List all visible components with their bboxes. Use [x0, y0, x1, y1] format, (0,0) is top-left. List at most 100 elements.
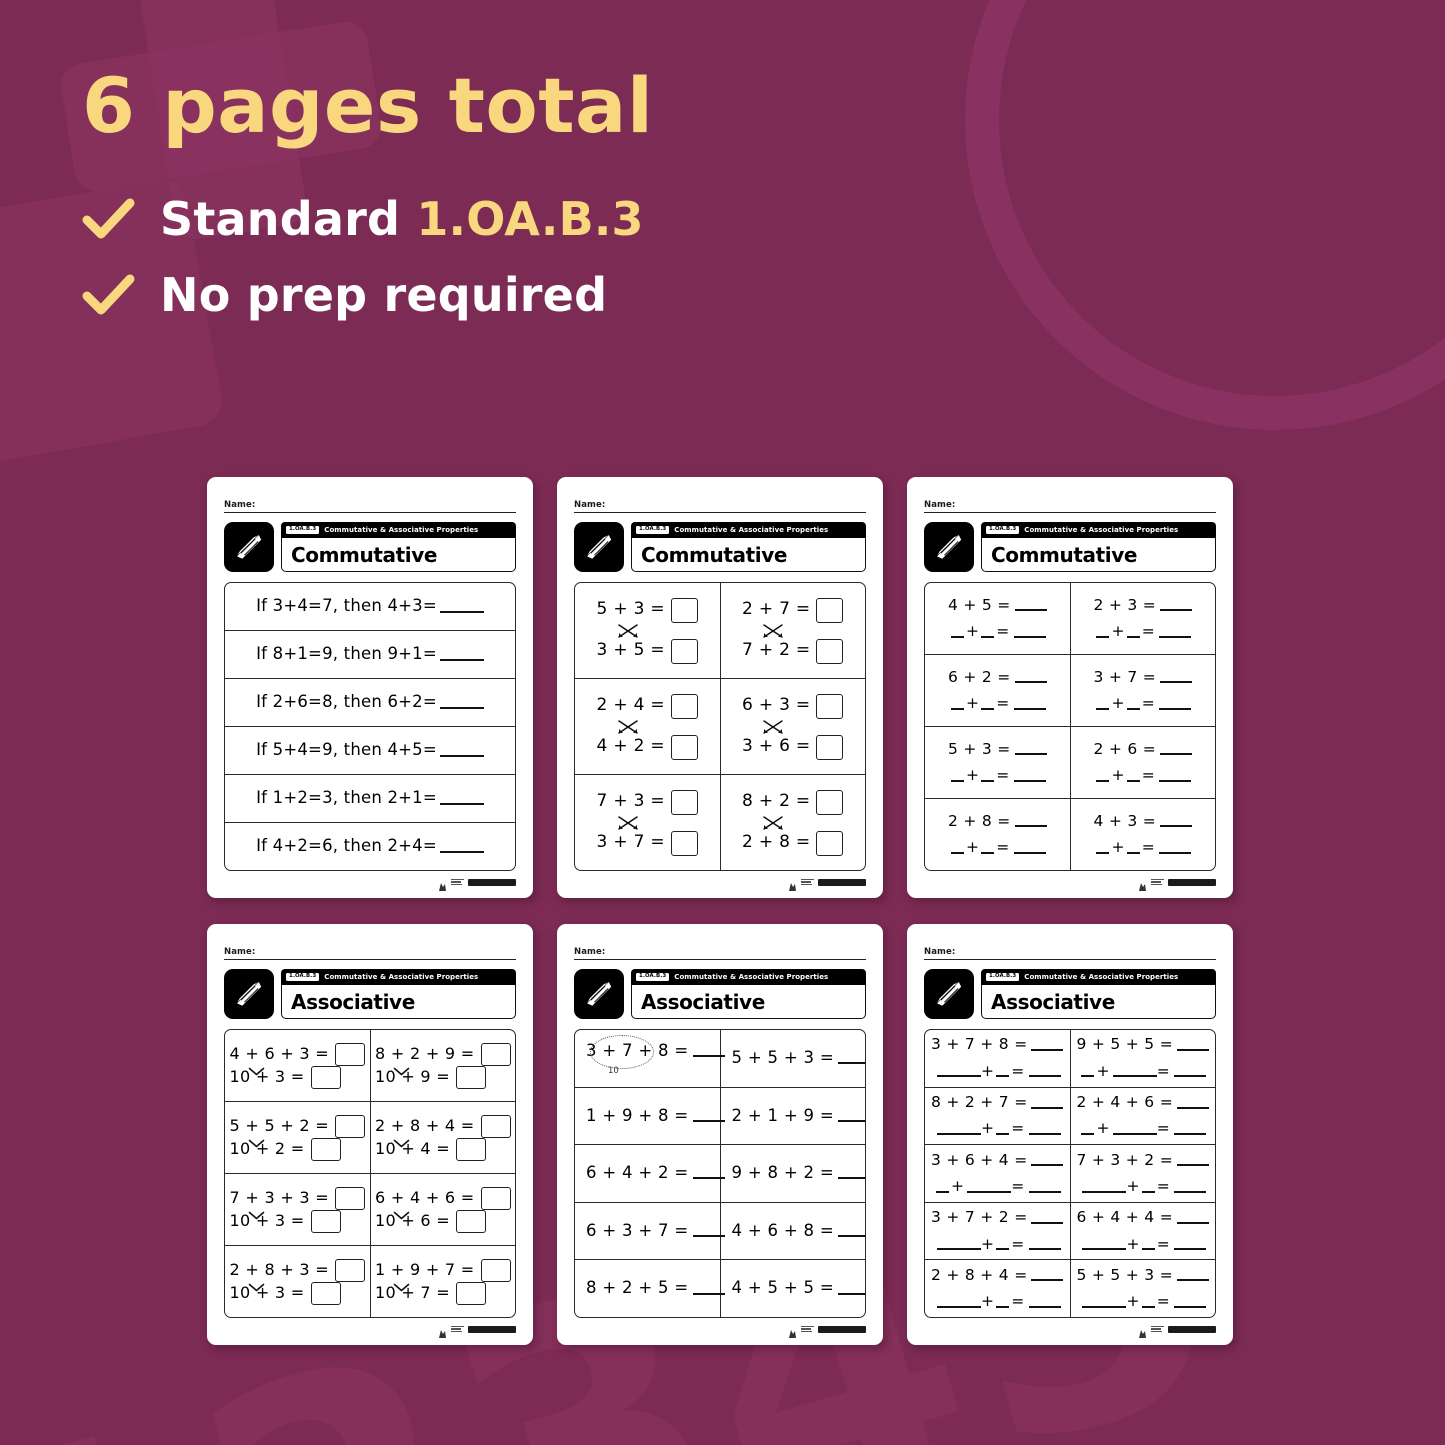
answer-box[interactable]: [816, 693, 844, 719]
name-field[interactable]: Name:: [224, 492, 516, 513]
addend-blank[interactable]: [981, 626, 995, 638]
problem-cell[interactable]: If 2+6=8, then 6+2=: [225, 679, 515, 726]
answer-blank[interactable]: [1031, 1154, 1064, 1167]
problem-cell[interactable]: 6 + 3 + 7 =: [575, 1202, 725, 1260]
answer-box[interactable]: [456, 1281, 487, 1305]
group-blank[interactable]: [1082, 1238, 1127, 1251]
problem-cell[interactable]: 8 + 2 + 7 = + =: [925, 1087, 1071, 1145]
answer-box[interactable]: [456, 1065, 487, 1089]
answer-blank[interactable]: [1160, 671, 1193, 684]
addend-blank[interactable]: [950, 842, 964, 854]
sum-blank[interactable]: [1159, 842, 1192, 854]
problem-cell[interactable]: 2 + 6 = + =: [1071, 727, 1216, 798]
answer-box[interactable]: [335, 1186, 365, 1210]
addend-blank[interactable]: [1126, 842, 1140, 854]
answer-box[interactable]: [310, 1281, 341, 1305]
addend-blank[interactable]: [1126, 698, 1140, 710]
problem-cell[interactable]: If 1+2=3, then 2+1=: [225, 775, 515, 822]
problem-cell[interactable]: 3 + 7 + 8 = + =: [925, 1030, 1071, 1087]
addend-blank[interactable]: [996, 1065, 1010, 1078]
answer-blank[interactable]: [1176, 1269, 1209, 1282]
worksheet-card-1[interactable]: Name: 1.OA.B.3 Commutative & Associative…: [207, 477, 533, 898]
answer-blank[interactable]: [1031, 1212, 1064, 1224]
answer-blank[interactable]: [1160, 815, 1193, 828]
name-field[interactable]: Name:: [924, 492, 1216, 513]
answer-box[interactable]: [670, 693, 698, 719]
problem-cell[interactable]: 2 + 1 + 9 =: [721, 1088, 865, 1145]
answer-blank[interactable]: [838, 1283, 865, 1295]
sum-blank[interactable]: [1174, 1123, 1207, 1136]
sum-blank[interactable]: [1174, 1238, 1207, 1251]
group-blank[interactable]: [967, 1181, 1012, 1193]
answer-blank[interactable]: [1176, 1039, 1209, 1052]
problem-cell[interactable]: 2 + 4 + 6 = + =: [1071, 1088, 1216, 1145]
answer-blank[interactable]: [838, 1167, 865, 1180]
sum-blank[interactable]: [1013, 842, 1046, 854]
addend-blank[interactable]: [1096, 842, 1110, 854]
addend-blank[interactable]: [981, 842, 995, 854]
problem-cell[interactable]: 5 + 3 = + =: [925, 727, 1071, 798]
problem-cell[interactable]: 4 + 3 = + =: [1071, 799, 1216, 870]
problem-cell[interactable]: If 8+1=9, then 9+1=: [225, 631, 515, 678]
problem-cell[interactable]: 5 + 5 + 2 = 10 + 2 =: [225, 1102, 371, 1173]
sum-blank[interactable]: [1028, 1123, 1061, 1136]
sum-blank[interactable]: [1174, 1065, 1207, 1078]
worksheet-card-2[interactable]: Name: 1.OA.B.3 Commutative & Associative…: [557, 477, 883, 898]
problem-cell[interactable]: 7 + 3 + 2 = + =: [1071, 1145, 1216, 1202]
sum-blank[interactable]: [1013, 698, 1046, 710]
group-blank[interactable]: [936, 1123, 981, 1136]
name-field[interactable]: Name:: [574, 939, 866, 960]
problem-cell[interactable]: 4 + 6 + 3 = 10 + 3 =: [225, 1030, 371, 1101]
addend-blank[interactable]: [1096, 770, 1110, 782]
addend-blank[interactable]: [996, 1123, 1010, 1136]
problem-cell[interactable]: 2 + 7 = 7 + 2 =: [721, 583, 866, 678]
problem-cell[interactable]: 8 + 2 = 2 + 8 =: [721, 775, 866, 870]
answer-box[interactable]: [456, 1209, 487, 1233]
answer-blank[interactable]: [439, 745, 484, 757]
answer-blank[interactable]: [439, 601, 484, 613]
problem-cell[interactable]: 1 + 9 + 7 = 10 + 7 =: [371, 1246, 516, 1317]
answer-box[interactable]: [670, 597, 698, 623]
sum-blank[interactable]: [1028, 1238, 1061, 1251]
answer-blank[interactable]: [1014, 743, 1047, 756]
sum-blank[interactable]: [1159, 698, 1192, 710]
sum-blank[interactable]: [1028, 1181, 1061, 1193]
sum-blank[interactable]: [1028, 1065, 1061, 1078]
problem-cell[interactable]: 4 + 6 + 8 =: [721, 1203, 865, 1260]
worksheet-card-3[interactable]: Name: 1.OA.B.3 Commutative & Associative…: [907, 477, 1233, 898]
group-blank[interactable]: [936, 1238, 981, 1251]
problem-cell[interactable]: 6 + 3 = 3 + 6 =: [721, 679, 866, 774]
addend-blank[interactable]: [981, 770, 995, 782]
problem-cell[interactable]: 2 + 8 = + =: [925, 799, 1071, 870]
problem-cell[interactable]: If 4+2=6, then 2+4=: [225, 823, 515, 870]
problem-cell[interactable]: 5 + 5 + 3 = + =: [1071, 1260, 1216, 1317]
addend-blank[interactable]: [1081, 1065, 1095, 1078]
sum-blank[interactable]: [1013, 770, 1046, 782]
problem-cell[interactable]: 2 + 8 + 4 = 10 + 4 =: [371, 1102, 516, 1173]
answer-box[interactable]: [456, 1137, 487, 1161]
problem-cell[interactable]: 2 + 8 + 4 = + =: [925, 1260, 1071, 1317]
sum-blank[interactable]: [1174, 1181, 1207, 1193]
problem-cell[interactable]: 3 + 7 + 8 = 10: [575, 1030, 725, 1087]
answer-box[interactable]: [310, 1209, 341, 1233]
name-field[interactable]: Name:: [574, 492, 866, 513]
sum-blank[interactable]: [1159, 626, 1192, 638]
answer-box[interactable]: [670, 734, 698, 760]
problem-cell[interactable]: 2 + 3 = + =: [1071, 583, 1216, 654]
answer-box[interactable]: [480, 1186, 511, 1210]
addend-blank[interactable]: [1141, 1296, 1155, 1308]
problem-cell[interactable]: 5 + 5 + 3 =: [721, 1030, 865, 1087]
addend-blank[interactable]: [1096, 626, 1110, 638]
answer-blank[interactable]: [1031, 1039, 1064, 1052]
addend-blank[interactable]: [1081, 1123, 1095, 1136]
group-blank[interactable]: [1082, 1296, 1127, 1308]
problem-cell[interactable]: 7 + 3 = 3 + 7 =: [575, 775, 721, 870]
problem-cell[interactable]: 8 + 2 + 9 = 10 + 9 =: [371, 1030, 516, 1101]
problem-cell[interactable]: 6 + 4 + 6 = 10 + 6 =: [371, 1174, 516, 1245]
answer-box[interactable]: [816, 789, 844, 815]
problem-cell[interactable]: 1 + 9 + 8 =: [575, 1087, 725, 1145]
answer-box[interactable]: [816, 734, 844, 760]
addend-blank[interactable]: [1126, 770, 1140, 782]
problem-cell[interactable]: 3 + 7 + 2 = + =: [925, 1202, 1071, 1260]
group-blank[interactable]: [1082, 1181, 1127, 1193]
